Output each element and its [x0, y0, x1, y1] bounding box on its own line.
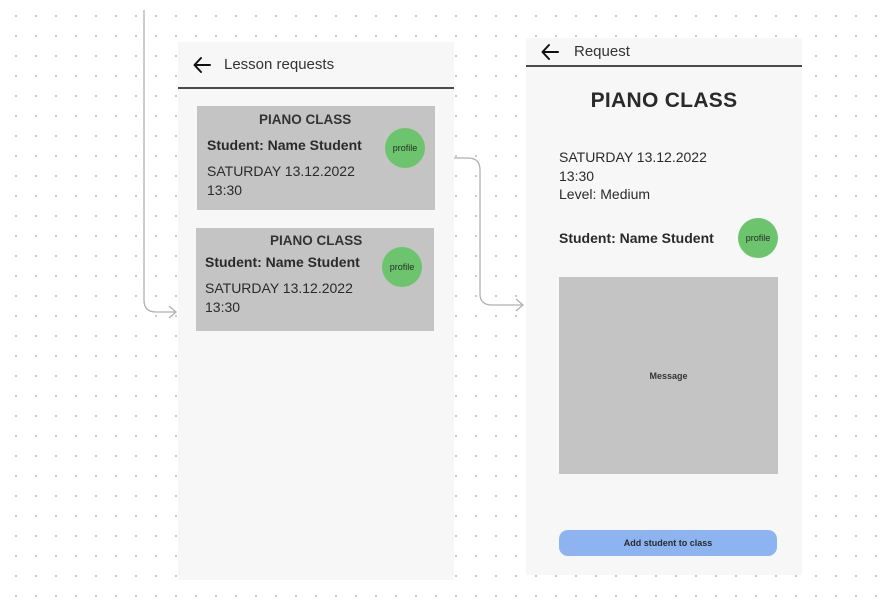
profile-button[interactable]: profile — [385, 128, 425, 168]
add-student-button[interactable]: Add student to class — [559, 530, 777, 556]
message-label: Message — [649, 370, 688, 381]
arrow-left-icon[interactable] — [192, 55, 212, 75]
class-name: PIANO CLASS — [270, 233, 363, 248]
lesson-datetime: SATURDAY 13.12.2022 13:30 — [205, 279, 353, 317]
app-bar: Request — [526, 38, 802, 67]
request-detail-screen: Request PIANO CLASS SATURDAY 13.12.2022 … — [526, 38, 802, 575]
lesson-time: 13:30 — [559, 167, 595, 184]
lesson-info: SATURDAY 13.12.2022 13:30 Level: Medium — [559, 148, 707, 204]
lesson-time: 13:30 — [205, 299, 241, 315]
student-name: Student: Name Student — [207, 137, 362, 153]
page-title: Request — [574, 43, 630, 60]
lesson-date: SATURDAY 13.12.2022 — [559, 149, 707, 165]
page-title: Lesson requests — [224, 56, 335, 73]
lesson-datetime: SATURDAY 13.12.2022 13:30 — [207, 162, 355, 200]
lesson-date: SATURDAY 13.12.2022 — [207, 163, 355, 179]
profile-button[interactable]: profile — [738, 218, 778, 258]
message-box[interactable]: Message — [559, 277, 778, 474]
lesson-level: Level: Medium — [559, 186, 651, 202]
connector-into-list — [143, 10, 176, 313]
student-name: Student: Name Student — [559, 230, 714, 246]
lesson-request-card[interactable]: PIANO CLASS Student: Name Student SATURD… — [197, 106, 435, 210]
arrow-left-icon[interactable] — [540, 42, 560, 62]
connector-arrowhead-list — [168, 305, 177, 319]
class-title: PIANO CLASS — [590, 89, 738, 112]
lesson-requests-screen: Lesson requests PIANO CLASS Student: Nam… — [178, 42, 454, 580]
student-name: Student: Name Student — [205, 254, 360, 270]
lesson-time: 13:30 — [207, 182, 243, 198]
profile-button[interactable]: profile — [382, 247, 422, 287]
lesson-request-card[interactable]: PIANO CLASS Student: Name Student SATURD… — [196, 228, 434, 331]
class-name: PIANO CLASS — [259, 112, 352, 127]
lesson-date: SATURDAY 13.12.2022 — [205, 280, 353, 296]
app-bar: Lesson requests — [178, 42, 454, 89]
connector-arrowhead-request — [515, 298, 524, 312]
